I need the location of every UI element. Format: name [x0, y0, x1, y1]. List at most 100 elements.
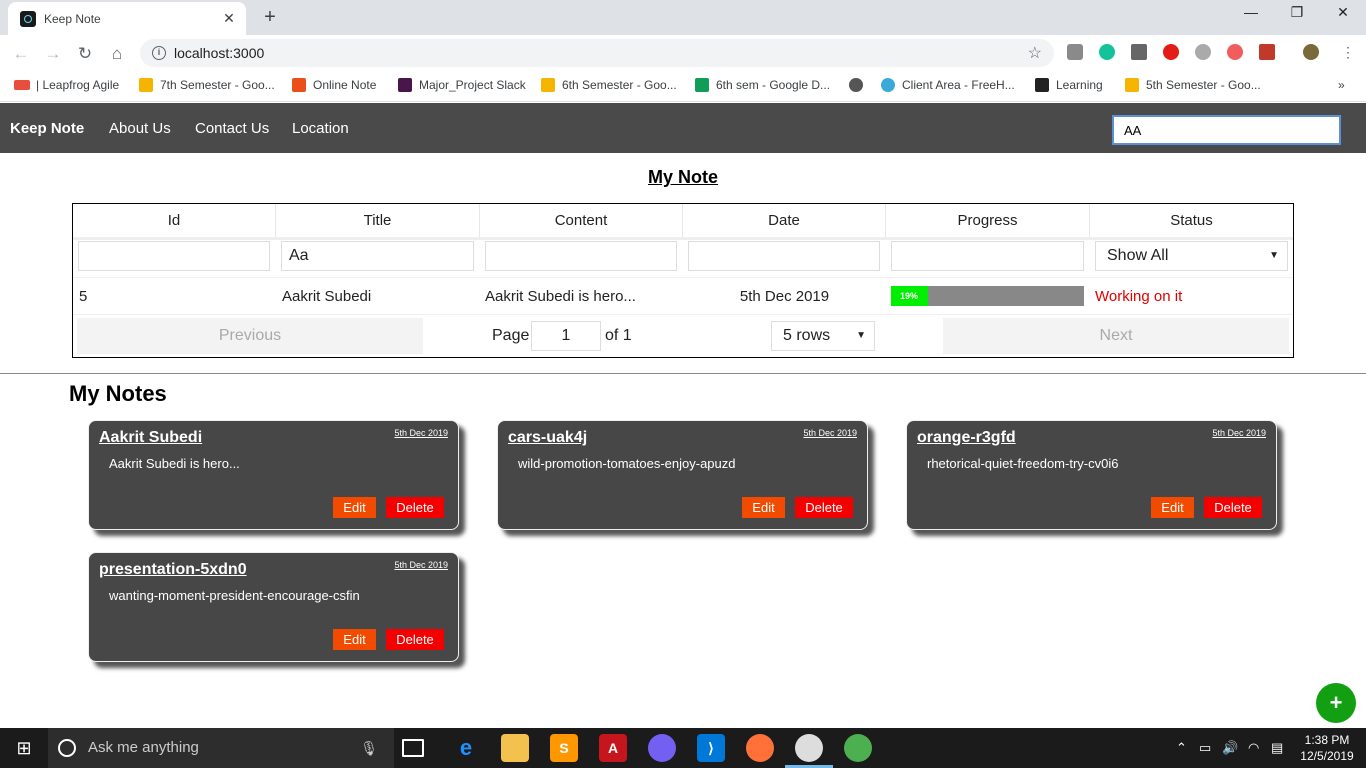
url-text: localhost:3000 — [174, 45, 265, 61]
chrome-icon[interactable] — [795, 734, 823, 762]
info-icon[interactable]: i — [152, 46, 166, 60]
menu-icon[interactable]: ⋮ — [1340, 44, 1356, 60]
taskbar-search[interactable]: Ask me anything 🎙 — [48, 728, 394, 768]
note-title[interactable]: Aakrit Subedi — [99, 429, 202, 447]
bookmark-item[interactable] — [849, 78, 870, 92]
star-icon[interactable]: ☆ — [1028, 43, 1042, 63]
taskbar-clock[interactable]: 1:38 PM 12/5/2019 — [1296, 732, 1358, 764]
battery-icon[interactable]: ▭ — [1199, 728, 1211, 768]
close-window-icon[interactable]: ✕ — [1328, 4, 1358, 21]
browser-tab[interactable]: Keep Note ✕ — [8, 2, 246, 35]
bookmark-item[interactable]: Major_Project Slack — [398, 78, 526, 92]
nav-link-location[interactable]: Location — [292, 120, 349, 137]
filter-title-input[interactable] — [281, 241, 474, 271]
volume-icon[interactable]: 🔊 — [1222, 728, 1238, 768]
note-title[interactable]: presentation-5xdn0 — [99, 561, 247, 579]
add-note-button[interactable]: + — [1316, 683, 1356, 723]
nav-link-about[interactable]: About Us — [109, 120, 171, 137]
filter-progress-input[interactable] — [891, 241, 1084, 271]
previous-button[interactable]: Previous — [77, 318, 423, 354]
delete-button[interactable]: Delete — [386, 629, 444, 650]
sublime-text-icon[interactable]: S — [550, 734, 578, 762]
note-date: 5th Dec 2019 — [394, 428, 448, 438]
column-header-id[interactable]: Id — [73, 204, 276, 238]
firefox-icon[interactable] — [746, 734, 774, 762]
extension-icon[interactable] — [1195, 44, 1211, 60]
more-bookmarks-icon[interactable]: » — [1338, 78, 1345, 92]
viber-icon[interactable] — [648, 734, 676, 762]
dropdown-arrow-icon: ▼ — [856, 330, 866, 341]
bookmark-label: Client Area - FreeH... — [902, 78, 1015, 92]
next-button[interactable]: Next — [943, 318, 1289, 354]
task-view-icon[interactable] — [402, 739, 424, 757]
bookmark-item[interactable]: 6th Semester - Goo... — [541, 78, 677, 92]
bookmark-item[interactable]: Client Area - FreeH... — [881, 78, 1015, 92]
dropdown-arrow-icon: ▼ — [1269, 250, 1279, 261]
column-header-status[interactable]: Status — [1090, 204, 1293, 238]
filter-id-input[interactable] — [78, 241, 270, 271]
nav-link-contact[interactable]: Contact Us — [195, 120, 269, 137]
wifi-icon[interactable]: ◠ — [1248, 728, 1259, 768]
file-explorer-icon[interactable] — [501, 734, 529, 762]
notifications-icon[interactable]: ▤ — [1271, 728, 1283, 768]
edit-button[interactable]: Edit — [1151, 497, 1194, 518]
delete-button[interactable]: Delete — [386, 497, 444, 518]
close-tab-icon[interactable]: ✕ — [220, 9, 238, 27]
address-bar[interactable]: i localhost:3000 ☆ — [140, 39, 1054, 67]
opera-extension-icon[interactable] — [1163, 44, 1179, 60]
windows-icon[interactable]: ⊞ — [0, 728, 48, 768]
filter-date-input[interactable] — [688, 241, 880, 271]
note-title[interactable]: orange-r3gfd — [917, 429, 1016, 447]
reload-icon[interactable]: ↻ — [74, 43, 96, 65]
browser-tabbar: Keep Note ✕ + — ❐ ✕ — [0, 0, 1366, 35]
filter-content-input[interactable] — [485, 241, 677, 271]
minimize-icon[interactable]: — — [1236, 4, 1266, 20]
extension-icon[interactable] — [1259, 44, 1275, 60]
bookmark-item[interactable]: Online Note — [292, 78, 376, 92]
tray-chevron-icon[interactable]: ⌃ — [1176, 728, 1187, 768]
mic-icon[interactable]: 🎙 — [360, 728, 378, 768]
edit-button[interactable]: Edit — [333, 629, 376, 650]
chrome-icon[interactable] — [844, 734, 872, 762]
edit-button[interactable]: Edit — [742, 497, 785, 518]
note-card: presentation-5xdn0 5th Dec 2019 wanting-… — [88, 552, 459, 662]
bookmark-item[interactable]: 6th sem - Google D... — [695, 78, 830, 92]
bookmark-item[interactable]: 7th Semester - Goo... — [139, 78, 275, 92]
column-header-date[interactable]: Date — [683, 204, 886, 238]
column-header-content[interactable]: Content — [480, 204, 683, 238]
page-number-input[interactable]: 1 — [531, 321, 601, 351]
profile-avatar[interactable] — [1303, 44, 1319, 60]
forward-icon[interactable]: → — [42, 43, 64, 65]
table-row[interactable]: 5 Aakrit Subedi Aakrit Subedi is hero...… — [73, 277, 1293, 315]
camera-extension-icon[interactable] — [1067, 44, 1083, 60]
column-header-title[interactable]: Title — [276, 204, 480, 238]
note-title[interactable]: cars-uak4j — [508, 429, 587, 447]
windows-taskbar: ⊞ Ask me anything 🎙 e S A ⟩ ⌃ ▭ 🔊 ◠ ▤ 1:… — [0, 728, 1366, 768]
home-icon[interactable]: ⌂ — [106, 43, 128, 65]
note-card: orange-r3gfd 5th Dec 2019 rhetorical-qui… — [906, 420, 1277, 530]
extension-icon[interactable] — [1227, 44, 1243, 60]
acrobat-icon[interactable]: A — [599, 734, 627, 762]
edge-icon[interactable]: e — [452, 734, 480, 762]
delete-button[interactable]: Delete — [795, 497, 853, 518]
new-tab-icon[interactable]: + — [258, 5, 282, 29]
back-icon[interactable]: ← — [10, 43, 32, 65]
filter-status-select[interactable]: Show All ▼ — [1095, 241, 1288, 271]
search-icon — [58, 739, 76, 757]
brand-link[interactable]: Keep Note — [10, 120, 84, 137]
facebook-extension-icon[interactable] — [1131, 44, 1147, 60]
rows-per-page-select[interactable]: 5 rows ▼ — [771, 321, 875, 351]
bookmark-item[interactable]: 5th Semester - Goo... — [1125, 78, 1261, 92]
grammarly-extension-icon[interactable] — [1099, 44, 1115, 60]
bookmark-item[interactable]: | Leapfrog Agile — [14, 78, 119, 92]
vscode-icon[interactable]: ⟩ — [697, 734, 725, 762]
google-drive-icon — [695, 78, 709, 92]
delete-button[interactable]: Delete — [1204, 497, 1262, 518]
search-input[interactable] — [1112, 115, 1341, 145]
rows-per-page-value: 5 rows — [783, 327, 831, 344]
edit-button[interactable]: Edit — [333, 497, 376, 518]
maximize-icon[interactable]: ❐ — [1282, 4, 1312, 21]
bookmark-item[interactable]: Learning — [1035, 78, 1103, 92]
column-header-progress[interactable]: Progress — [886, 204, 1090, 238]
leapfrog-icon — [14, 80, 30, 90]
